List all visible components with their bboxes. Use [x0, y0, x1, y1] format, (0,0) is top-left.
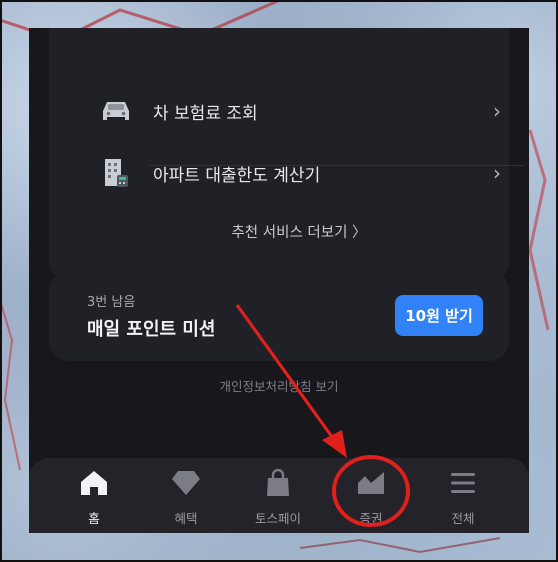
- car-icon: [101, 96, 131, 126]
- tab-label: 증권: [359, 511, 383, 526]
- daily-point-mission-card[interactable]: 3번 남음 매일 포인트 미션 10원 받기: [49, 271, 509, 361]
- privacy-policy-link[interactable]: 개인정보처리방침 보기: [29, 376, 529, 395]
- stock-chart-icon: [356, 468, 386, 498]
- mission-title: 매일 포인트 미션: [87, 319, 216, 340]
- tab-label: 혜택: [174, 511, 198, 526]
- tab-benefits[interactable]: 혜택: [146, 468, 226, 527]
- app-screen: 차 보험료 조회 › 아파트 대출한도 계산기 › 추천 서비스 더보기 〉 3…: [29, 28, 529, 533]
- bottom-tab-bar: 홈 혜택 토스페이 증권 전체: [29, 458, 529, 533]
- tab-stocks[interactable]: 증권: [331, 468, 411, 527]
- tab-all[interactable]: 전체: [423, 468, 503, 527]
- service-label: 차 보험료 조회: [153, 103, 258, 124]
- chevron-right-icon: ›: [493, 99, 501, 123]
- recommended-services-card: 차 보험료 조회 › 아파트 대출한도 계산기 › 추천 서비스 더보기 〉: [49, 28, 525, 283]
- diamond-icon: [171, 468, 201, 498]
- apartment-calculator-icon: [101, 158, 131, 188]
- tab-tosspay[interactable]: 토스페이: [238, 468, 318, 527]
- service-row-apartment-loan[interactable]: 아파트 대출한도 계산기 ›: [101, 153, 501, 193]
- claim-reward-button[interactable]: 10원 받기: [395, 295, 483, 336]
- divider: [149, 165, 525, 166]
- shopping-bag-icon: [263, 468, 293, 498]
- remaining-count: 3번 남음: [87, 295, 136, 310]
- tab-label: 토스페이: [254, 511, 301, 526]
- tab-label: 전체: [451, 511, 475, 526]
- more-services-link[interactable]: 추천 서비스 더보기 〉: [49, 221, 529, 242]
- tab-label: 홈: [88, 511, 100, 526]
- tab-home[interactable]: 홈: [54, 468, 134, 527]
- home-icon: [79, 468, 109, 498]
- service-row-car-insurance[interactable]: 차 보험료 조회 ›: [101, 91, 501, 131]
- menu-icon: [448, 468, 478, 498]
